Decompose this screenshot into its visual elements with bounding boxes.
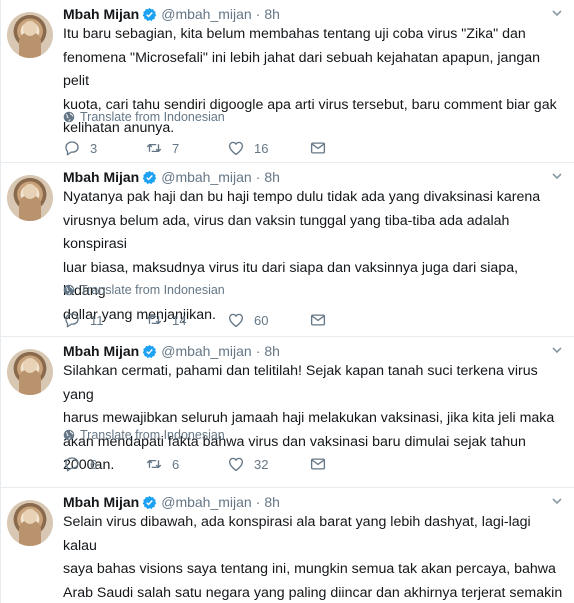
separator-dot: ·: [255, 169, 261, 185]
retweet-count: 6: [172, 456, 180, 472]
reply-count: 6: [90, 456, 98, 472]
timestamp[interactable]: 8h: [264, 169, 280, 185]
like-icon: [228, 313, 244, 328]
avatar[interactable]: [7, 175, 53, 221]
translate-label: Translate from Indonesian: [80, 428, 225, 442]
like-count: 32: [254, 456, 269, 472]
like-icon: [228, 141, 244, 156]
translate-link[interactable]: Translate from Indonesian: [63, 110, 225, 124]
timestamp[interactable]: 8h: [264, 343, 280, 359]
like-button[interactable]: 60: [227, 311, 309, 329]
reply-icon: [65, 457, 79, 472]
caret-down-icon[interactable]: [550, 343, 564, 357]
retweet-icon: [146, 459, 162, 469]
reply-button[interactable]: 6: [63, 455, 145, 473]
timestamp[interactable]: 8h: [264, 6, 280, 22]
separator-dot: ·: [255, 343, 261, 359]
like-count: 16: [254, 140, 269, 156]
like-button[interactable]: 32: [227, 455, 309, 473]
avatar[interactable]: [7, 349, 53, 395]
tweet-header: Mbah Mijan @mbah_mijan · 8h: [63, 492, 280, 512]
message-icon: [310, 458, 326, 470]
retweet-button[interactable]: 6: [145, 455, 227, 473]
tweet-text: Selain virus dibawah, ada konspirasi ala…: [63, 514, 563, 601]
translate-link[interactable]: Translate from Indonesian: [63, 428, 225, 442]
separator-dot: ·: [255, 494, 261, 510]
like-button[interactable]: 16: [227, 139, 309, 157]
tweet-actions: 6 6 32: [63, 455, 391, 473]
verified-badge-icon: [142, 344, 157, 358]
author-handle[interactable]: @mbah_mijan: [161, 169, 251, 185]
reply-count: 3: [90, 140, 98, 156]
message-icon: [310, 142, 326, 154]
verified-badge-icon: [142, 495, 157, 509]
verified-badge-icon: [142, 170, 157, 184]
tweet[interactable]: Mbah Mijan @mbah_mijan · 8h Selain virus…: [1, 488, 574, 603]
author-name[interactable]: Mbah Mijan: [63, 6, 139, 22]
avatar[interactable]: [7, 12, 53, 58]
retweet-icon: [146, 143, 162, 153]
tweet[interactable]: Mbah Mijan @mbah_mijan · 8h Itu baru seb…: [1, 0, 574, 163]
message-button[interactable]: [309, 455, 391, 473]
tweet-header: Mbah Mijan @mbah_mijan · 8h: [63, 341, 280, 361]
reply-icon: [65, 141, 79, 156]
message-button[interactable]: [309, 311, 391, 329]
separator-dot: ·: [255, 6, 261, 22]
caret-down-icon[interactable]: [550, 169, 564, 183]
tweet-header: Mbah Mijan @mbah_mijan · 8h: [63, 167, 280, 187]
message-button[interactable]: [309, 139, 391, 157]
author-name[interactable]: Mbah Mijan: [63, 169, 139, 185]
tweet-text: Nyatanya pak haji dan bu haji tempo dulu…: [63, 189, 541, 323]
retweet-button[interactable]: 14: [145, 311, 227, 329]
translate-label: Translate from Indonesian: [80, 283, 225, 297]
retweet-icon: [146, 315, 162, 325]
caret-down-icon[interactable]: [550, 494, 564, 508]
tweet-header: Mbah Mijan @mbah_mijan · 8h: [63, 4, 280, 24]
tweet[interactable]: Mbah Mijan @mbah_mijan · 8h Silahkan cer…: [1, 337, 574, 488]
verified-badge-icon: [142, 7, 157, 21]
author-name[interactable]: Mbah Mijan: [63, 343, 139, 359]
globe-icon: [63, 429, 75, 441]
globe-icon: [63, 111, 75, 123]
reply-count: 11: [90, 312, 104, 328]
tweet-actions: 3 7 16: [63, 139, 391, 157]
caret-down-icon[interactable]: [550, 6, 564, 20]
reply-button[interactable]: 11: [63, 311, 145, 329]
tweet-actions: 11 14 60: [63, 311, 391, 329]
author-handle[interactable]: @mbah_mijan: [161, 494, 251, 510]
reply-button[interactable]: 3: [63, 139, 145, 157]
timestamp[interactable]: 8h: [264, 494, 280, 510]
tweet[interactable]: Mbah Mijan @mbah_mijan · 8h Nyatanya pak…: [1, 163, 574, 337]
avatar[interactable]: [7, 500, 53, 546]
author-name[interactable]: Mbah Mijan: [63, 494, 139, 510]
like-count: 60: [254, 312, 269, 328]
like-icon: [228, 457, 244, 472]
translate-link[interactable]: Translate from Indonesian: [63, 283, 225, 297]
author-handle[interactable]: @mbah_mijan: [161, 343, 251, 359]
message-icon: [310, 314, 326, 326]
retweet-count: 14: [172, 312, 187, 328]
retweet-count: 7: [172, 140, 180, 156]
author-handle[interactable]: @mbah_mijan: [161, 6, 251, 22]
retweet-button[interactable]: 7: [145, 139, 227, 157]
translate-label: Translate from Indonesian: [80, 110, 225, 124]
globe-icon: [63, 284, 75, 296]
tweet-feed: Mbah Mijan @mbah_mijan · 8h Itu baru seb…: [0, 0, 574, 603]
reply-icon: [65, 313, 79, 328]
